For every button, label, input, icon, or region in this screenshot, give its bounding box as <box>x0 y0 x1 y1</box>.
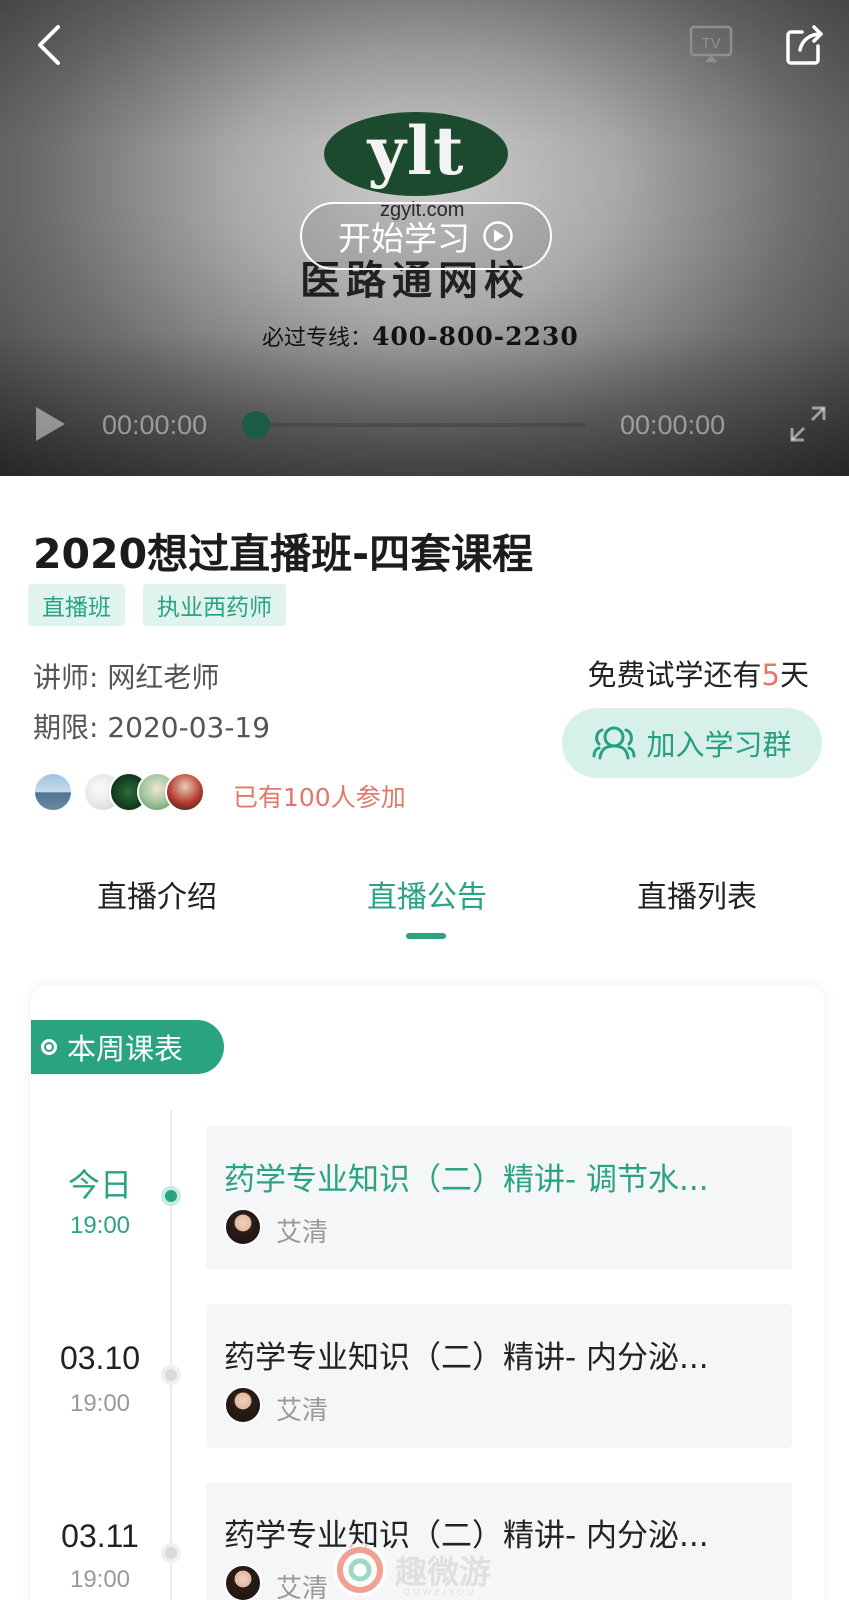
schedule-date: 今日 <box>67 1167 132 1203</box>
watermark-subtext: QUWEIYOU <box>403 1588 477 1598</box>
weekly-schedule-badge: 本周课表 <box>31 1020 224 1074</box>
player-controls: 00:00:00 00:00:00 <box>0 394 849 454</box>
tv-cast-icon[interactable]: TV <box>684 22 738 66</box>
lesson-card[interactable]: 药学专业知识（二）精讲- 内分泌... 艾清 <box>206 1304 792 1448</box>
current-time: 00:00:00 <box>102 410 208 440</box>
avatar <box>165 772 205 812</box>
course-title: 2020想过直播班-四套课程 <box>33 530 534 578</box>
trial-prefix: 免费试学还有 <box>587 658 762 692</box>
tag-pharmacist: 执业西药师 <box>143 584 286 626</box>
teacher-avatar <box>224 1208 262 1246</box>
lesson-title: 药学专业知识（二）精讲- 调节水... <box>224 1162 709 1198</box>
join-group-label: 加入学习群 <box>646 728 792 762</box>
play-icon[interactable] <box>30 404 70 444</box>
watermark-text: 趣微游 <box>395 1553 492 1591</box>
teacher-name: 艾清 <box>276 1396 329 1426</box>
joined-count: 已有100人参加 <box>233 783 406 812</box>
deadline: 期限: 2020-03-19 <box>33 711 271 744</box>
schedule-time: 19:00 <box>69 1390 131 1417</box>
total-time: 00:00:00 <box>620 410 726 440</box>
timeline-dot <box>161 1365 181 1385</box>
watermark-logo-icon <box>333 1543 387 1597</box>
free-trial-remaining: 免费试学还有5天 <box>588 652 809 694</box>
play-circle-icon <box>483 221 513 251</box>
ylt-logo: ylt <box>324 112 508 196</box>
fullscreen-icon[interactable] <box>786 402 830 446</box>
start-learning-label: 开始学习 <box>338 219 470 258</box>
teacher-avatar <box>224 1386 262 1424</box>
schedule-time: 19:00 <box>69 1212 131 1239</box>
progress-bar[interactable] <box>256 423 586 427</box>
timeline-line <box>170 1110 172 1600</box>
tag-live-class: 直播班 <box>28 584 125 626</box>
schedule-time: 19:00 <box>69 1566 131 1593</box>
avatar <box>33 772 73 812</box>
watermark: 趣微游 QUWEIYOU <box>333 1540 533 1600</box>
weekly-schedule-label: 本周课表 <box>67 1032 184 1066</box>
hotline: 必过专线：400-800-2230 <box>262 320 579 352</box>
teacher-name: 艾清 <box>276 1218 329 1248</box>
trial-days: 5 <box>761 658 780 692</box>
active-tab-indicator <box>406 933 446 939</box>
timeline-dot <box>161 1186 181 1206</box>
tab-live-list[interactable]: 直播列表 <box>637 872 757 916</box>
lecturer: 讲师: 网红老师 <box>33 661 220 694</box>
start-learning-button[interactable]: 开始学习 <box>300 202 552 270</box>
lesson-title: 药学专业知识（二）精讲- 内分泌... <box>224 1340 709 1376</box>
logo-text: ylt <box>367 112 465 190</box>
svg-text:TV: TV <box>701 35 720 52</box>
teacher-name: 艾清 <box>276 1574 329 1600</box>
hotline-label: 必过专线： <box>262 326 373 351</box>
group-icon <box>592 726 636 760</box>
lesson-card[interactable]: 药学专业知识（二）精讲- 调节水... 艾清 <box>206 1126 792 1270</box>
progress-thumb[interactable] <box>242 411 270 439</box>
schedule-date: 03.10 <box>59 1340 141 1376</box>
teacher-avatar <box>224 1564 262 1600</box>
video-player[interactable]: TV ylt zgylt.com 医路通网校 必过专线：400-800-2230… <box>0 0 849 476</box>
trial-suffix: 天 <box>779 658 809 692</box>
tab-live-intro[interactable]: 直播介绍 <box>97 872 217 916</box>
hotline-number: 400-800-2230 <box>372 322 579 351</box>
back-icon[interactable] <box>24 20 74 70</box>
share-icon[interactable] <box>780 20 830 70</box>
join-study-group-button[interactable]: 加入学习群 <box>562 708 822 778</box>
tab-live-announcement[interactable]: 直播公告 <box>367 872 487 916</box>
timeline-dot <box>161 1543 181 1563</box>
participant-avatars <box>33 772 213 814</box>
target-dot-icon <box>41 1039 57 1055</box>
schedule-date: 03.11 <box>61 1518 139 1554</box>
